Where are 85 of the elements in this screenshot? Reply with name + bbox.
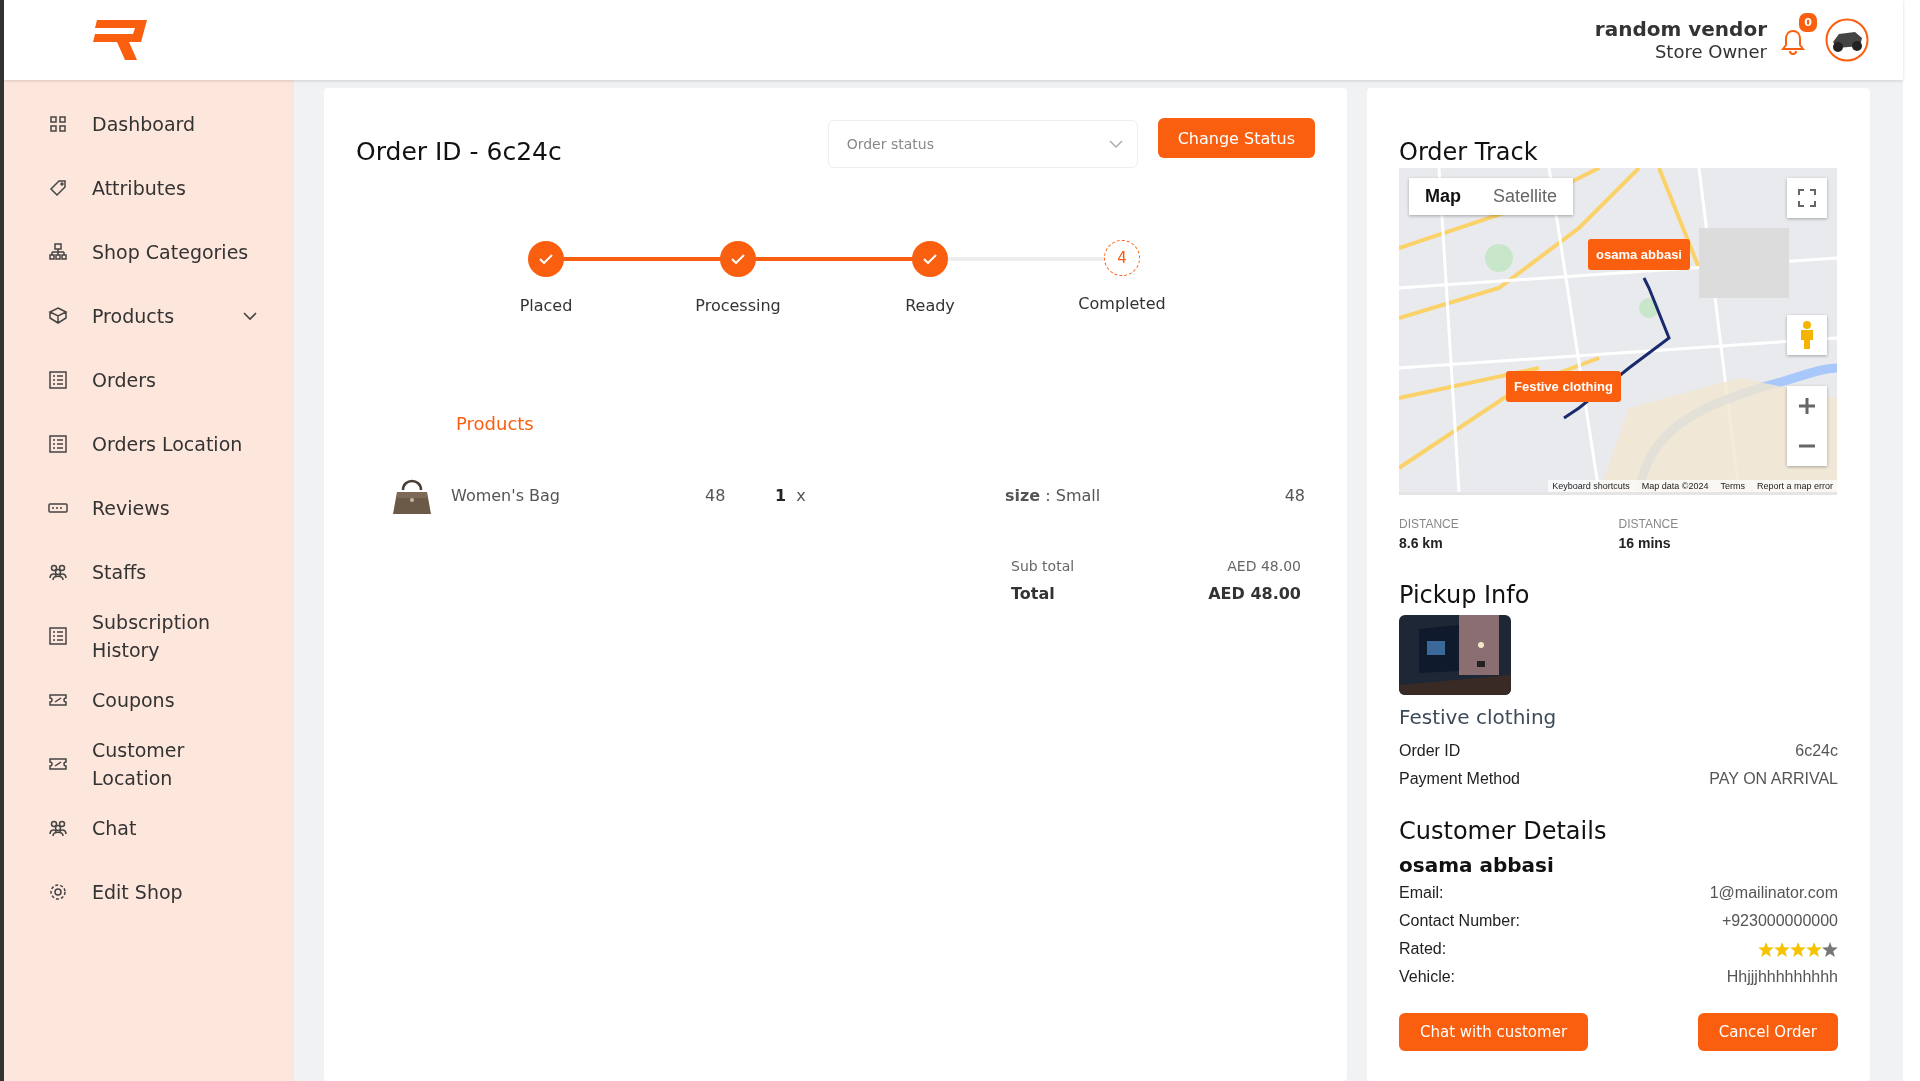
hierarchy-icon bbox=[48, 242, 68, 262]
field-value: PAY ON ARRIVAL bbox=[1709, 769, 1838, 789]
star-icon bbox=[1774, 941, 1790, 957]
step-number: 4 bbox=[1104, 240, 1140, 276]
field-label: Vehicle: bbox=[1399, 967, 1456, 987]
products-heading: Products bbox=[456, 413, 535, 434]
sidebar-item[interactable]: Staffs bbox=[4, 540, 294, 604]
person-icon bbox=[1798, 320, 1816, 350]
map-type-tab[interactable]: Map bbox=[1409, 178, 1477, 215]
settings-icon bbox=[48, 882, 68, 902]
total-value: AED 48.00 bbox=[1227, 558, 1301, 574]
box-icon bbox=[48, 306, 68, 326]
list-icon bbox=[48, 626, 68, 646]
sidebar-item[interactable]: Subscription History bbox=[4, 604, 294, 668]
fullscreen-icon bbox=[1797, 188, 1817, 208]
sidebar-item[interactable]: Customer Location bbox=[4, 732, 294, 796]
sidebar-item[interactable]: Chat bbox=[4, 796, 294, 860]
field-value: 6c24c bbox=[1795, 741, 1838, 761]
sidebar-item[interactable]: Orders Location bbox=[4, 412, 294, 476]
step-label: Ready bbox=[905, 296, 955, 315]
pegman-button[interactable] bbox=[1787, 315, 1827, 355]
user-name: random vendor bbox=[1594, 17, 1767, 42]
field-label: Rated: bbox=[1399, 939, 1447, 959]
fullscreen-button[interactable] bbox=[1787, 178, 1827, 218]
order-track-title: Order Track bbox=[1399, 138, 1539, 166]
order-status-select[interactable]: Order status bbox=[827, 120, 1138, 168]
people-icon bbox=[48, 562, 68, 582]
sidebar-item[interactable]: Dashboard bbox=[4, 92, 294, 156]
stat-label: DISTANCE bbox=[1618, 517, 1680, 531]
zoom-in-button[interactable] bbox=[1787, 386, 1827, 426]
map-attribution-link[interactable]: Keyboard shortcuts bbox=[1552, 481, 1630, 491]
map-attribution-link[interactable]: Terms bbox=[1720, 481, 1745, 491]
plus-icon bbox=[1798, 397, 1816, 415]
bell-icon[interactable] bbox=[1781, 29, 1805, 55]
product-size: size : Small bbox=[1005, 485, 1102, 505]
star-icon bbox=[1822, 941, 1838, 957]
tag-icon bbox=[48, 178, 68, 198]
notification-badge: 0 bbox=[1799, 13, 1817, 32]
product-price: 48 bbox=[705, 485, 727, 505]
sidebar-item[interactable]: Products bbox=[4, 284, 294, 348]
total-label: Total bbox=[1011, 584, 1055, 603]
sidebar-item[interactable]: Edit Shop bbox=[4, 860, 294, 924]
star-icon bbox=[1806, 941, 1822, 957]
total-value: AED 48.00 bbox=[1208, 584, 1301, 603]
field-label: Contact Number: bbox=[1399, 911, 1520, 931]
sidebar-item[interactable]: Attributes bbox=[4, 156, 294, 220]
minus-icon bbox=[1798, 444, 1816, 448]
field-value: 1@mailinator.com bbox=[1709, 883, 1838, 903]
sidebar-item[interactable]: Orders bbox=[4, 348, 294, 412]
sidebar-item[interactable]: Reviews bbox=[4, 476, 294, 540]
total-label: Sub total bbox=[1011, 558, 1075, 574]
stat-value: 8.6 km bbox=[1399, 535, 1444, 551]
star-icon bbox=[1758, 941, 1774, 957]
customer-name: osama abbasi bbox=[1399, 853, 1555, 877]
field-value: Hhjjjhhhhhhhhh bbox=[1726, 967, 1838, 987]
pickup-title: Pickup Info bbox=[1399, 581, 1531, 609]
stat-value: 16 mins bbox=[1618, 535, 1672, 551]
field-label: Payment Method bbox=[1399, 769, 1520, 789]
field-label: Email: bbox=[1399, 883, 1444, 903]
field-value: +923000000000 bbox=[1721, 911, 1838, 931]
field-label: Order ID bbox=[1399, 741, 1461, 761]
user-role: Store Owner bbox=[1654, 41, 1767, 63]
people-icon bbox=[48, 818, 68, 838]
order-title: Order ID - 6c24c bbox=[356, 135, 563, 166]
list-icon bbox=[48, 370, 68, 390]
chevron-down-icon bbox=[1108, 140, 1123, 148]
shop-name: Festive clothing bbox=[1399, 705, 1558, 729]
avatar-icon[interactable] bbox=[1825, 18, 1869, 62]
sidebar-item[interactable]: Coupons bbox=[4, 668, 294, 732]
product-total: 48 bbox=[1283, 485, 1305, 505]
chevron-down-icon bbox=[242, 311, 258, 321]
list-icon bbox=[48, 434, 68, 454]
customer-title: Customer Details bbox=[1399, 817, 1608, 845]
grid-icon bbox=[48, 114, 68, 134]
star-icon bbox=[1790, 941, 1806, 957]
step-label: Placed bbox=[519, 296, 573, 315]
step-label: Completed bbox=[1078, 294, 1166, 313]
step-label: Processing bbox=[695, 296, 781, 315]
product-quantity: 1 x bbox=[775, 485, 807, 505]
map-type-tab[interactable]: Satellite bbox=[1477, 178, 1574, 215]
product-name: Women's Bag bbox=[451, 485, 561, 505]
map-attribution-link[interactable]: Map data ©2024 bbox=[1641, 481, 1709, 491]
stat-label: DISTANCE bbox=[1399, 517, 1460, 531]
map-attribution-link[interactable]: Report a map error bbox=[1756, 481, 1833, 491]
sidebar-item[interactable]: Shop Categories bbox=[4, 220, 294, 284]
